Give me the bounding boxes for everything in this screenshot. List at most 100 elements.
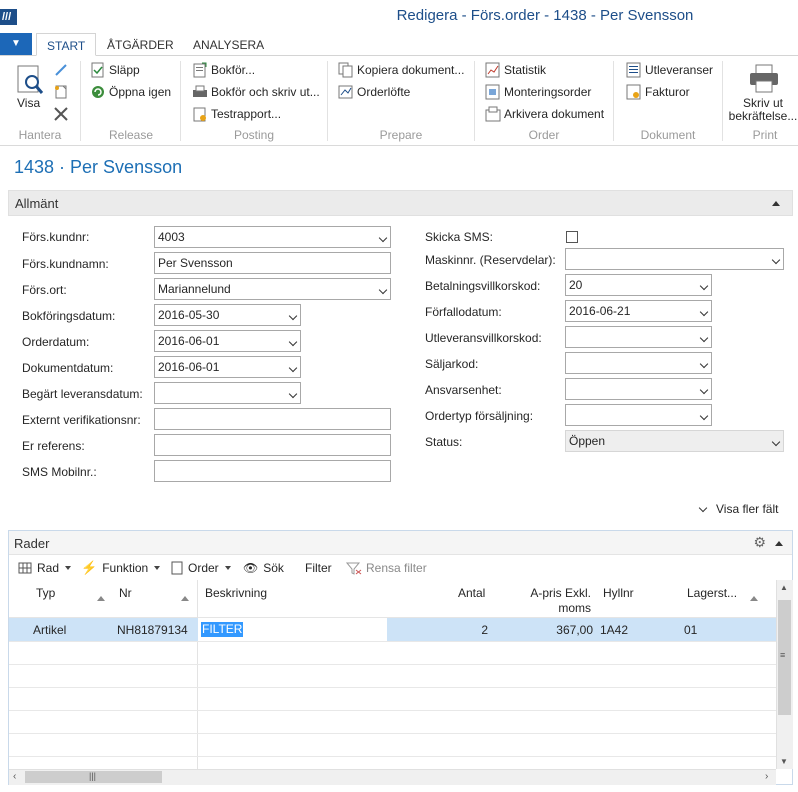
fakturor-button[interactable]: Fakturor [626, 82, 690, 102]
sok-label: Sök [263, 561, 284, 575]
app-logo-icon: /// [0, 0, 18, 33]
app-menu-button[interactable]: ▼ [0, 33, 32, 55]
magnifier-icon [17, 65, 44, 94]
posting-date-field[interactable]: 2016-05-30 [154, 304, 301, 326]
show-more-fields-link[interactable]: Visa fler fält [698, 502, 779, 516]
filter-button[interactable]: Filter [305, 559, 332, 577]
oppna-igen-button[interactable]: Öppna igen [90, 82, 171, 102]
clear-filter-button[interactable]: Rensa filter [346, 559, 427, 577]
dropdown-icon[interactable] [699, 307, 709, 317]
bokfor-skriv-button[interactable]: Bokför och skriv ut... [192, 82, 320, 102]
column-header-lagerst[interactable]: Lagerst... [687, 586, 737, 600]
cell-typ[interactable]: Artikel [33, 623, 66, 637]
bokfor-button[interactable]: Bokför... [192, 60, 255, 80]
print-confirmation-button[interactable] [748, 63, 780, 95]
cell-apris[interactable]: 367,00 [523, 623, 593, 637]
scroll-up-icon[interactable]: ▲ [780, 583, 788, 592]
scroll-down-icon[interactable]: ▼ [780, 757, 788, 766]
sms-mobile-field[interactable] [154, 460, 391, 482]
dropdown-icon[interactable] [288, 389, 298, 399]
lines-section-header[interactable]: Rader ⚙ [9, 531, 792, 555]
customize-gear-icon[interactable]: ⚙ [753, 534, 766, 551]
delete-icon[interactable] [53, 106, 69, 125]
your-reference-field[interactable] [154, 434, 391, 456]
filter-label: Filter [305, 561, 332, 575]
payment-terms-field[interactable]: 20 [565, 274, 712, 296]
dropdown-icon[interactable] [771, 437, 781, 447]
column-header-antal[interactable]: Antal [458, 586, 485, 600]
dropdown-icon[interactable] [699, 385, 709, 395]
clear-filter-icon [346, 562, 362, 575]
tab-start[interactable]: START [36, 33, 97, 56]
rad-menu-button[interactable]: Rad [18, 559, 72, 577]
order-date-field[interactable]: 2016-06-01 [154, 330, 301, 352]
sales-order-type-field[interactable] [565, 404, 712, 426]
lines-section-title: Rader [14, 536, 50, 551]
kopiera-dokument-button[interactable]: Kopiera dokument... [338, 60, 464, 80]
testrapport-button[interactable]: Testrapport... [192, 104, 281, 124]
dropdown-icon[interactable] [288, 363, 298, 373]
field-label: Bokföringsdatum: [22, 309, 116, 323]
shipment-terms-field[interactable] [565, 326, 712, 348]
utleveranser-button[interactable]: Utleveranser [626, 60, 713, 80]
dropdown-icon[interactable] [699, 359, 709, 369]
city-field[interactable]: Mariannelund [154, 278, 391, 300]
send-sms-checkbox[interactable] [566, 231, 578, 243]
column-header-apris[interactable]: A-pris Exkl. moms [515, 586, 591, 616]
cell-lagerst[interactable]: 01 [684, 623, 697, 637]
orderlofte-button[interactable]: Orderlöfte [338, 82, 410, 102]
collapse-caret-icon[interactable] [775, 541, 783, 546]
test-report-icon [193, 107, 206, 122]
due-date-field[interactable]: 2016-06-21 [565, 300, 712, 322]
cell-antal[interactable]: 2 [440, 623, 488, 637]
edit-pencil-icon[interactable] [53, 62, 69, 81]
new-document-icon[interactable] [53, 84, 69, 103]
funktion-label: Funktion [102, 561, 149, 575]
column-header-nr[interactable]: Nr [119, 586, 132, 600]
slapp-button[interactable]: Släpp [90, 60, 140, 80]
tab-analysera[interactable]: ANALYSERA [183, 33, 274, 56]
arkivera-dokument-button[interactable]: Arkivera dokument [485, 104, 604, 124]
order-menu-button[interactable]: Order [170, 559, 231, 577]
customer-no-field[interactable]: 4003 [154, 226, 391, 248]
cell-beskrivning[interactable]: FILTER [201, 622, 244, 637]
customer-name-field[interactable]: Per Svensson [154, 252, 391, 274]
column-header-beskrivning[interactable]: Beskrivning [205, 586, 267, 600]
visa-label[interactable]: Visa [17, 96, 40, 110]
visa-button[interactable] [14, 64, 48, 98]
status-field[interactable]: Öppen [565, 430, 784, 452]
general-section-header[interactable]: Allmänt [8, 190, 793, 216]
column-header-typ[interactable]: Typ [36, 586, 55, 600]
collapse-caret-icon[interactable] [772, 201, 780, 206]
dropdown-icon[interactable] [771, 255, 781, 265]
external-document-no-field[interactable] [154, 408, 391, 430]
monteringsorder-button[interactable]: Monteringsorder [485, 82, 591, 102]
app-logo-text: /// [2, 11, 12, 23]
field-label: Maskinnr. (Reservdelar): [425, 253, 556, 267]
responsibility-center-field[interactable] [565, 378, 712, 400]
field-value: 20 [569, 278, 583, 292]
column-header-hyllnr[interactable]: Hyllnr [603, 586, 634, 600]
tab-atgarder[interactable]: ÅTGÄRDER [97, 33, 184, 56]
cell-hyllnr[interactable]: 1A42 [600, 623, 628, 637]
dropdown-icon[interactable] [699, 281, 709, 291]
scroll-left-icon[interactable]: ‹ [13, 771, 16, 782]
document-date-field[interactable]: 2016-06-01 [154, 356, 301, 378]
requested-delivery-date-field[interactable] [154, 382, 301, 404]
print-label[interactable]: Skriv ut bekräftelse... [728, 97, 798, 123]
salesperson-code-field[interactable] [565, 352, 712, 374]
scroll-right-icon[interactable]: › [765, 771, 768, 782]
show-more-label: Visa fler fält [716, 502, 779, 516]
dropdown-icon[interactable] [378, 233, 388, 243]
dropdown-icon[interactable] [288, 311, 298, 321]
machine-no-field[interactable] [565, 248, 784, 270]
field-label: SMS Mobilnr.: [22, 465, 97, 479]
cell-nr[interactable]: NH81879134 [117, 623, 188, 637]
dropdown-icon[interactable] [378, 285, 388, 295]
dropdown-icon[interactable] [288, 337, 298, 347]
dropdown-icon[interactable] [699, 411, 709, 421]
sok-button[interactable]: 👁 Sök [243, 559, 284, 577]
statistik-button[interactable]: Statistik [485, 60, 546, 80]
funktion-menu-button[interactable]: ⚡ Funktion [81, 559, 161, 577]
dropdown-icon[interactable] [699, 333, 709, 343]
